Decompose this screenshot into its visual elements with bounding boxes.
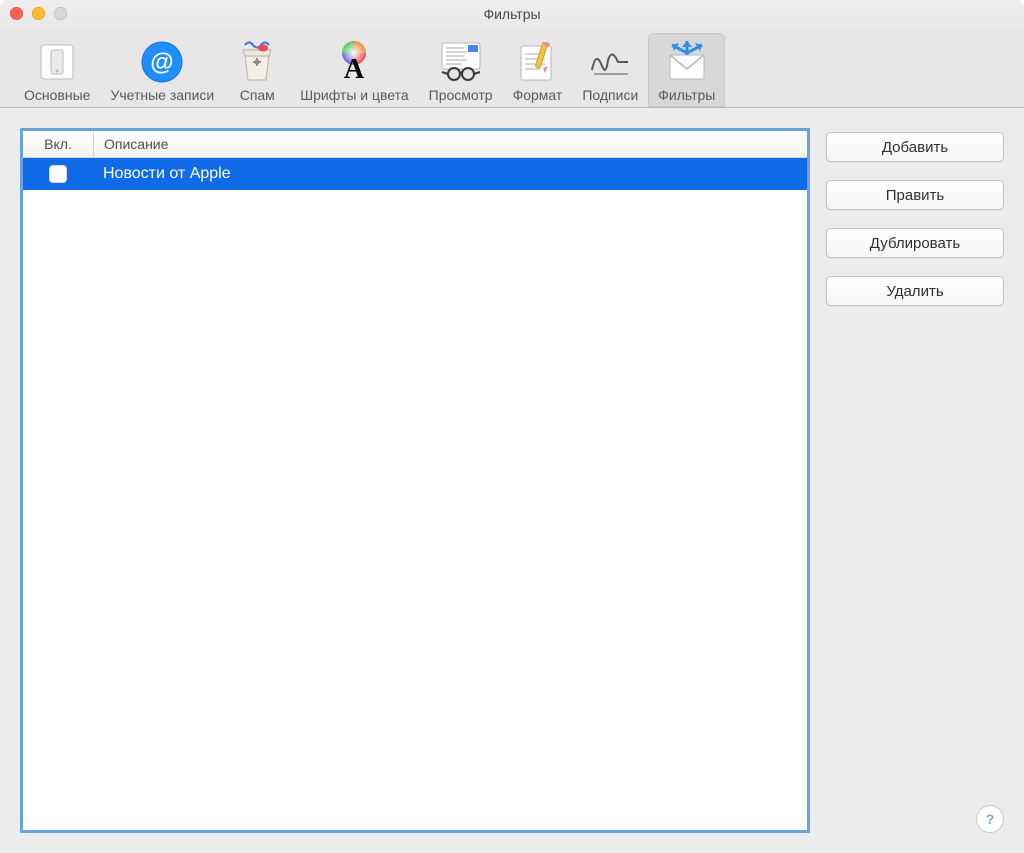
add-button[interactable]: Добавить (826, 132, 1004, 162)
window-title: Фильтры (483, 6, 540, 22)
tab-signatures[interactable]: Подписи (572, 33, 648, 107)
tab-label: Формат (513, 87, 563, 103)
fonts-colors-icon: A (331, 39, 377, 85)
viewing-icon (438, 39, 484, 85)
close-icon[interactable] (10, 7, 23, 20)
tab-junk[interactable]: Спам (224, 33, 290, 107)
duplicate-button[interactable]: Дублировать (826, 228, 1004, 258)
tab-label: Учетные записи (110, 87, 214, 103)
composing-icon (514, 39, 560, 85)
rules-list-header: Вкл. Описание (23, 131, 807, 158)
tab-general[interactable]: Основные (14, 33, 100, 107)
content-area: Вкл. Описание Новости от Apple Добавить … (0, 108, 1024, 853)
accounts-icon: @ (139, 39, 185, 85)
action-buttons: Добавить Править Дублировать Удалить (826, 128, 1004, 833)
column-enabled[interactable]: Вкл. (23, 131, 94, 157)
rules-list-body[interactable]: Новости от Apple (23, 158, 807, 830)
svg-text:@: @ (151, 49, 174, 76)
minimize-icon[interactable] (32, 7, 45, 20)
general-icon (34, 39, 80, 85)
tab-composing[interactable]: Формат (503, 33, 573, 107)
cell-description: Новости от Apple (93, 165, 807, 183)
tab-fonts-colors[interactable]: A Шрифты и цвета (290, 33, 418, 107)
tab-label: Спам (240, 87, 275, 103)
tab-viewing[interactable]: Просмотр (419, 33, 503, 107)
tab-accounts[interactable]: @ Учетные записи (100, 33, 224, 107)
rules-list[interactable]: Вкл. Описание Новости от Apple (20, 128, 810, 833)
tab-label: Шрифты и цвета (300, 87, 408, 103)
checkbox[interactable] (49, 165, 67, 183)
edit-button[interactable]: Править (826, 180, 1004, 210)
tab-label: Фильтры (658, 87, 715, 103)
list-item[interactable]: Новости от Apple (23, 158, 807, 190)
tab-label: Основные (24, 87, 90, 103)
remove-button[interactable]: Удалить (826, 276, 1004, 306)
rules-icon (664, 39, 710, 85)
column-description[interactable]: Описание (94, 131, 807, 157)
svg-text:A: A (344, 54, 365, 84)
preferences-toolbar: Основные @ Учетные записи (0, 29, 1024, 108)
tab-label: Подписи (582, 87, 638, 103)
preferences-window: Фильтры Основные @ Учетны (0, 0, 1024, 853)
zoom-icon[interactable] (54, 7, 67, 20)
titlebar: Фильтры (0, 0, 1024, 29)
cell-enabled (23, 165, 93, 183)
tab-rules[interactable]: Фильтры (648, 33, 725, 107)
signatures-icon (587, 39, 633, 85)
help-button[interactable]: ? (976, 805, 1004, 833)
junk-icon (234, 39, 280, 85)
window-controls (10, 7, 67, 20)
tab-label: Просмотр (429, 87, 493, 103)
